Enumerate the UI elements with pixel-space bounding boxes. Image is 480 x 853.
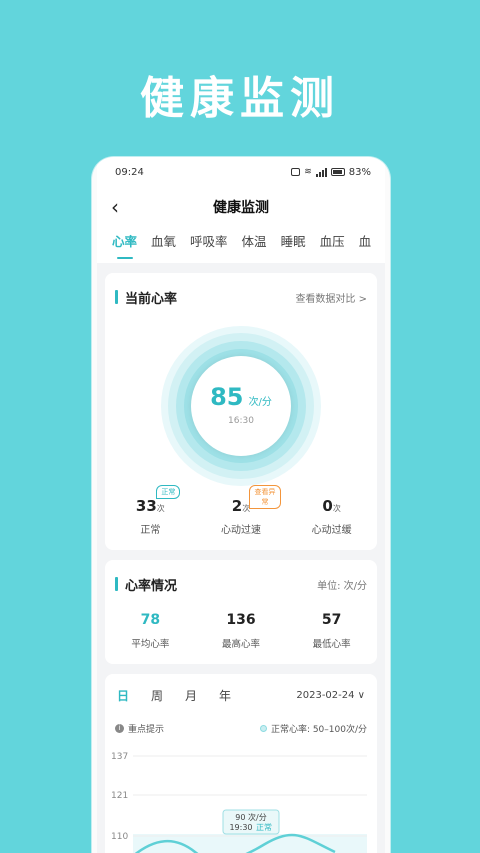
heart-rate-gauge: 85 次/分 16:30: [105, 321, 377, 491]
metric-tabs: 心率 血氧 呼吸率 体温 睡眠 血压 血: [97, 227, 385, 263]
normal-range-legend-icon: [259, 724, 267, 732]
stat-tachycardia: 查看异常 2次 心动过速: [201, 485, 281, 536]
cell-label: 最高心率: [221, 639, 260, 650]
phone-frame: 09:24 ≋ 83% ‹ 健康监测 心率 血氧 呼吸率 体温 睡眠 血压 血 …: [92, 157, 390, 853]
tab-blood-oxygen[interactable]: 血氧: [144, 227, 183, 263]
battery-icon: [330, 168, 345, 176]
tooltip-status: 正常: [256, 823, 272, 832]
date-selector[interactable]: 2023-02-24 ∨: [296, 690, 365, 701]
tab-year[interactable]: 年: [219, 687, 253, 704]
stat-unit: 次: [156, 504, 165, 513]
current-heart-rate-card: 当前心率 查看数据对比 > 85 次/分 16:30 正常 33次 正常 查看异…: [105, 273, 377, 550]
stat-normal: 正常 33次 正常: [110, 485, 190, 536]
heart-rate-chart-card: 日 周 月 年 2023-02-24 ∨ i 重点提示 正常心率: 50–100次…: [105, 674, 377, 853]
tab-week[interactable]: 周: [151, 687, 185, 704]
cell-label: 最低心率: [312, 639, 351, 650]
tab-sleep[interactable]: 睡眠: [274, 227, 313, 263]
stat-label: 心动过缓: [311, 525, 352, 536]
normal-range-legend: 正常心率: 50–100次/分: [270, 724, 367, 735]
info-icon: i: [115, 723, 124, 733]
card-title: 当前心率: [125, 291, 178, 307]
tab-more[interactable]: 血: [352, 227, 379, 263]
status-bar: 09:24 ≋ 83%: [97, 157, 385, 187]
period-tabs: 日 周 月 年 2023-02-24 ∨: [105, 674, 377, 716]
stat-num: 2: [231, 497, 243, 515]
min-heart-rate: 57 最低心率: [292, 612, 372, 650]
heart-rate-chart: 137 121 110 90 次/分 19:30 正常: [105, 740, 377, 853]
battery-level: 83%: [348, 166, 371, 178]
promo-title: 健康监测: [140, 73, 340, 124]
stat-label: 正常: [140, 525, 161, 536]
max-heart-rate: 136 最高心率: [201, 612, 281, 650]
measure-time: 16:30: [228, 416, 254, 426]
status-icons: ≋ 83%: [291, 167, 371, 178]
signal-icon: [315, 167, 327, 177]
key-hint-label: 重点提示: [128, 724, 165, 735]
card-title: 心率情况: [125, 578, 178, 594]
stat-num: 0: [322, 497, 333, 515]
y-tick-label: 137: [111, 752, 128, 762]
back-arrow-icon[interactable]: ‹: [111, 197, 119, 217]
app-screen: 09:24 ≋ 83% ‹ 健康监测 心率 血氧 呼吸率 体温 睡眠 血压 血 …: [97, 157, 385, 853]
heart-rate-summary-card: 心率情况 单位: 次/分 78 平均心率 136 最高心率 57 最低心率: [105, 560, 377, 664]
title-accent-bar: [115, 290, 118, 304]
tab-blood-pressure[interactable]: 血压: [313, 227, 352, 263]
tab-day[interactable]: 日: [117, 687, 151, 704]
tooltip-time: 19:30: [229, 823, 252, 832]
stat-num: 33: [135, 497, 157, 515]
y-tick-label: 121: [111, 791, 128, 801]
chart-svg: 137 121 110 90 次/分 19:30 正常: [111, 752, 367, 853]
stat-unit: 次: [332, 504, 341, 513]
tab-respiration[interactable]: 呼吸率: [183, 227, 235, 263]
cell-value: 78: [140, 612, 161, 628]
bpm-unit: 次/分: [248, 397, 272, 408]
tab-heart-rate[interactable]: 心率: [105, 227, 144, 263]
cell-value: 136: [226, 612, 256, 628]
tab-month[interactable]: 月: [185, 687, 219, 704]
alarm-icon: [291, 168, 301, 176]
cell-label: 平均心率: [131, 639, 170, 650]
normal-badge: 正常: [156, 485, 181, 499]
stat-bradycardia: 0次 心动过缓: [292, 497, 372, 536]
nav-bar: ‹ 健康监测: [97, 187, 385, 227]
status-time: 09:24: [115, 166, 144, 178]
title-accent-bar: [115, 577, 118, 591]
cell-value: 57: [321, 612, 342, 628]
current-bpm: 85: [210, 383, 244, 411]
tab-temperature[interactable]: 体温: [235, 227, 274, 263]
page-title: 健康监测: [213, 200, 269, 216]
wifi-icon: ≋: [304, 167, 312, 177]
avg-heart-rate: 78 平均心率: [110, 612, 190, 650]
stat-label: 心动过速: [220, 525, 261, 536]
view-abnormal-badge[interactable]: 查看异常: [248, 485, 281, 509]
compare-data-link[interactable]: 查看数据对比 >: [295, 290, 367, 305]
y-tick-label: 110: [111, 832, 128, 842]
unit-label: 单位: 次/分: [317, 580, 367, 592]
tooltip-value: 90 次/分: [235, 812, 266, 822]
